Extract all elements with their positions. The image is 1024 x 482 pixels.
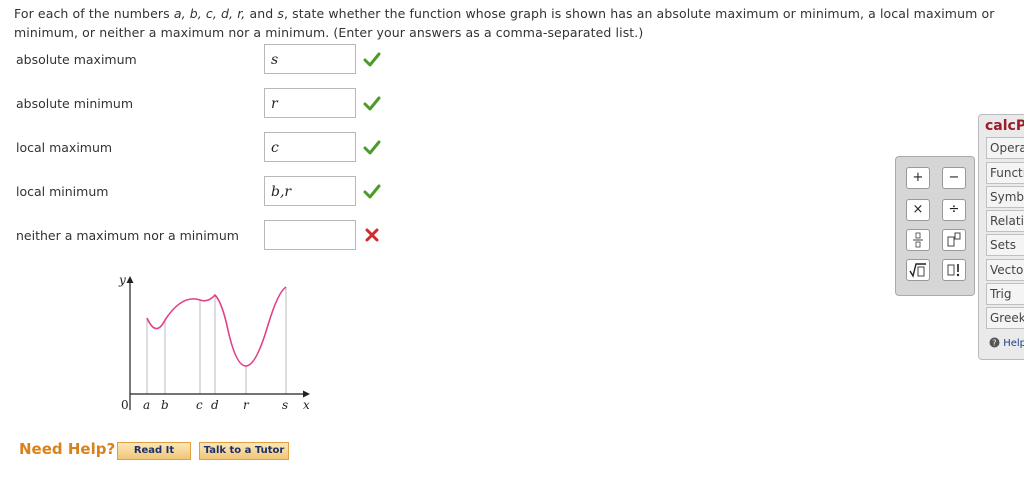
check-icon	[363, 52, 381, 67]
answer-input-absolute-maximum[interactable]: s	[264, 44, 356, 74]
row-local-minimum: local minimum b,r	[16, 176, 396, 208]
question-and: and	[245, 6, 278, 21]
answer-input-neither[interactable]	[264, 220, 356, 250]
tick-label-c: c	[196, 398, 203, 412]
guide-lines	[146, 287, 287, 394]
times-key[interactable]: ×	[906, 199, 930, 221]
tab-sets[interactable]: Sets	[986, 234, 1024, 256]
calc-side-panel: calcP Operat Functi Symbo Relatio Sets V…	[978, 114, 1024, 360]
calculator-keypad: + − × ÷	[895, 156, 975, 296]
tick-label-r: r	[243, 398, 250, 412]
question-text: For each of the numbers a, b, c, d, r, a…	[14, 4, 1004, 42]
question-svar: s	[277, 6, 284, 21]
tab-relations[interactable]: Relatio	[986, 210, 1024, 232]
function-curve	[146, 286, 287, 367]
tab-trig[interactable]: Trig	[986, 283, 1024, 305]
row-label: local minimum	[16, 184, 109, 199]
plus-key[interactable]: +	[906, 167, 930, 189]
tab-vectors[interactable]: Vector	[986, 259, 1024, 281]
answer-input-local-maximum[interactable]: c	[264, 132, 356, 162]
y-axis-arrow	[126, 276, 134, 283]
talk-to-tutor-button[interactable]: Talk to a Tutor	[199, 442, 289, 460]
tick-label-d: d	[211, 398, 219, 412]
answer-input-local-minimum[interactable]: b,r	[264, 176, 356, 206]
svg-text:?: ?	[992, 339, 996, 348]
calc-panel-title: calcP	[985, 118, 1024, 134]
help-icon: ?	[989, 337, 1000, 348]
tab-operations[interactable]: Operat	[986, 137, 1024, 159]
minus-key[interactable]: −	[942, 167, 966, 189]
sqrt-icon[interactable]	[906, 259, 930, 281]
need-help-title: Need Help?	[19, 440, 116, 458]
read-it-button[interactable]: Read It	[117, 442, 191, 460]
power-icon[interactable]	[942, 229, 966, 251]
y-axis-label: y	[118, 273, 126, 287]
row-label: neither a maximum nor a minimum	[16, 228, 239, 243]
tick-label-b: b	[161, 398, 169, 412]
fraction-icon[interactable]	[906, 229, 930, 251]
check-icon	[363, 140, 381, 155]
function-graph: y x 0 a b c d r s	[118, 273, 310, 412]
tab-functions[interactable]: Functi	[986, 162, 1024, 184]
question-vars: a, b, c, d, r,	[173, 6, 246, 21]
x-icon	[365, 228, 379, 242]
row-neither: neither a maximum nor a minimum	[16, 220, 396, 252]
x-axis-arrow	[303, 390, 310, 398]
x-axis-label: x	[303, 398, 310, 412]
tick-label-a: a	[143, 398, 150, 412]
row-label: absolute maximum	[16, 52, 137, 67]
tab-symbols[interactable]: Symbo	[986, 186, 1024, 208]
origin-label: 0	[121, 398, 129, 412]
answer-input-absolute-minimum[interactable]: r	[264, 88, 356, 118]
factorial-icon[interactable]	[942, 259, 966, 281]
row-local-maximum: local maximum c	[16, 132, 396, 164]
divide-key[interactable]: ÷	[942, 199, 966, 221]
calc-help-link[interactable]: ? Help	[989, 337, 1024, 349]
tab-greek[interactable]: Greek	[986, 307, 1024, 329]
check-icon	[363, 184, 381, 199]
row-label: absolute minimum	[16, 96, 134, 111]
question-pre: For each of the numbers	[14, 6, 174, 21]
row-label: local maximum	[16, 140, 113, 155]
row-absolute-maximum: absolute maximum s	[16, 44, 396, 76]
calc-help-label: Help	[1003, 338, 1024, 349]
tick-label-s: s	[282, 398, 288, 412]
check-icon	[363, 96, 381, 111]
row-absolute-minimum: absolute minimum r	[16, 88, 396, 120]
